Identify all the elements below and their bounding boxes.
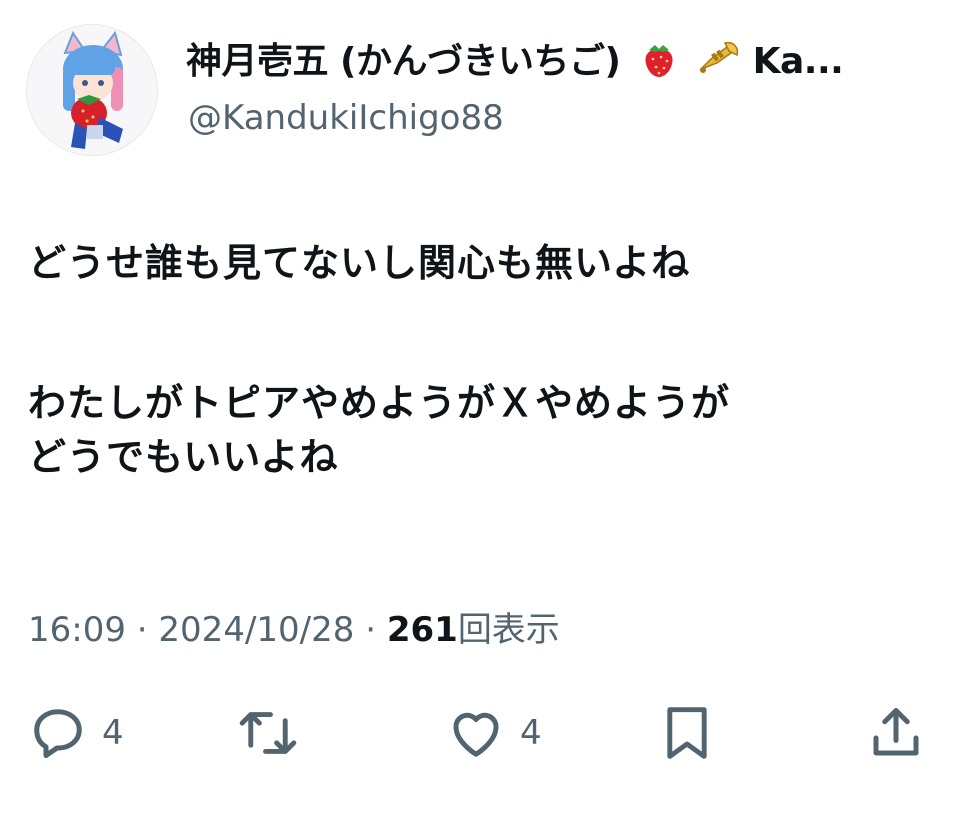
reply-count: 4 [102, 713, 124, 753]
tweet-header: 神月壱五 (かんづきいちご) Ka... @KandukiIchigo88 [26, 24, 936, 158]
avatar-illustration [63, 30, 123, 149]
bookmark-icon [667, 707, 707, 759]
avatar[interactable] [26, 24, 158, 156]
bookmark-button[interactable] [660, 700, 714, 766]
retweet-button[interactable] [236, 700, 300, 766]
share-icon [873, 708, 919, 756]
trumpet-icon [697, 39, 741, 92]
heart-icon [453, 712, 499, 757]
display-name[interactable]: 神月壱五 (かんづきいちご) Ka... [186, 38, 936, 92]
display-name-text: 神月壱五 (かんづきいちご) [186, 41, 621, 82]
reply-icon [34, 709, 82, 758]
tweet-text-line: どうでもいいよね [28, 435, 339, 479]
share-button[interactable] [866, 700, 926, 766]
tweet-text: どうせ誰も見てないし関心も無いよね わたしがトピアやめようがＸやめようが どうで… [28, 236, 928, 484]
display-name-truncated-text: Ka... [752, 41, 844, 82]
handle[interactable]: @KandukiIchigo88 [188, 94, 504, 142]
retweet-icon [239, 712, 297, 754]
action-bar: 4 4 [0, 700, 960, 770]
tweet-date[interactable]: 2024/10/28 [158, 610, 354, 650]
reply-button[interactable]: 4 [28, 700, 124, 766]
like-button[interactable]: 4 [446, 700, 542, 766]
views-label[interactable]: 回表示 [458, 610, 560, 650]
tweet-meta: 16:09 · 2024/10/28 · 261回表示 [28, 606, 560, 654]
meta-separator: · [136, 610, 148, 650]
views-count[interactable]: 261 [387, 610, 458, 650]
tweet-text-line: わたしがトピアやめようがＸやめようが [28, 381, 731, 425]
tweet-time[interactable]: 16:09 [28, 610, 126, 650]
tweet-text-line: どうせ誰も見てないし関心も無いよね [28, 241, 691, 285]
meta-separator: · [365, 610, 377, 650]
like-count: 4 [520, 713, 542, 753]
strawberry-icon [639, 39, 679, 92]
